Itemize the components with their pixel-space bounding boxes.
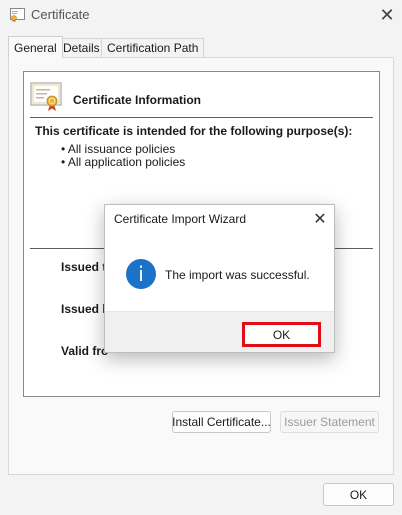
tab-general[interactable]: General xyxy=(8,36,63,58)
tab-certification-path[interactable]: Certification Path xyxy=(101,38,205,58)
issued-to-label: Issued t xyxy=(61,260,107,274)
close-icon: ✕ xyxy=(313,211,327,228)
info-icon: i xyxy=(126,259,156,289)
dialog-ok-button[interactable]: OK xyxy=(242,322,321,347)
certificate-window: Certificate ✕ General Details Certificat… xyxy=(0,0,402,515)
divider xyxy=(30,117,373,118)
window-close-button[interactable]: ✕ xyxy=(376,4,398,26)
dialog-message: The import was successful. xyxy=(165,268,310,282)
list-item: All application policies xyxy=(61,156,185,169)
purpose-list: All issuance policies All application po… xyxy=(61,143,185,169)
dialog-title: Certificate Import Wizard xyxy=(114,212,247,226)
dialog-close-button[interactable]: ✕ xyxy=(309,208,331,230)
close-icon: ✕ xyxy=(379,4,395,25)
issuer-statement-button[interactable]: Issuer Statement xyxy=(280,411,379,433)
title-bar: Certificate ✕ xyxy=(0,0,402,30)
certificate-icon xyxy=(30,82,62,111)
tab-details[interactable]: Details xyxy=(57,38,106,58)
window-title: Certificate xyxy=(31,7,90,22)
issued-by-label: Issued b xyxy=(61,302,110,316)
purpose-heading: This certificate is intended for the fol… xyxy=(35,124,353,138)
certificate-info-heading: Certificate Information xyxy=(73,93,202,107)
import-wizard-dialog: Certificate Import Wizard ✕ i The import… xyxy=(104,204,335,353)
info-icon-glyph: i xyxy=(138,262,144,286)
install-certificate-button[interactable]: Install Certificate... xyxy=(172,411,271,433)
certificate-icon xyxy=(10,8,25,22)
ok-button[interactable]: OK xyxy=(323,483,394,506)
dialog-footer: OK xyxy=(105,311,334,352)
valid-from-label: Valid fro xyxy=(61,344,109,358)
